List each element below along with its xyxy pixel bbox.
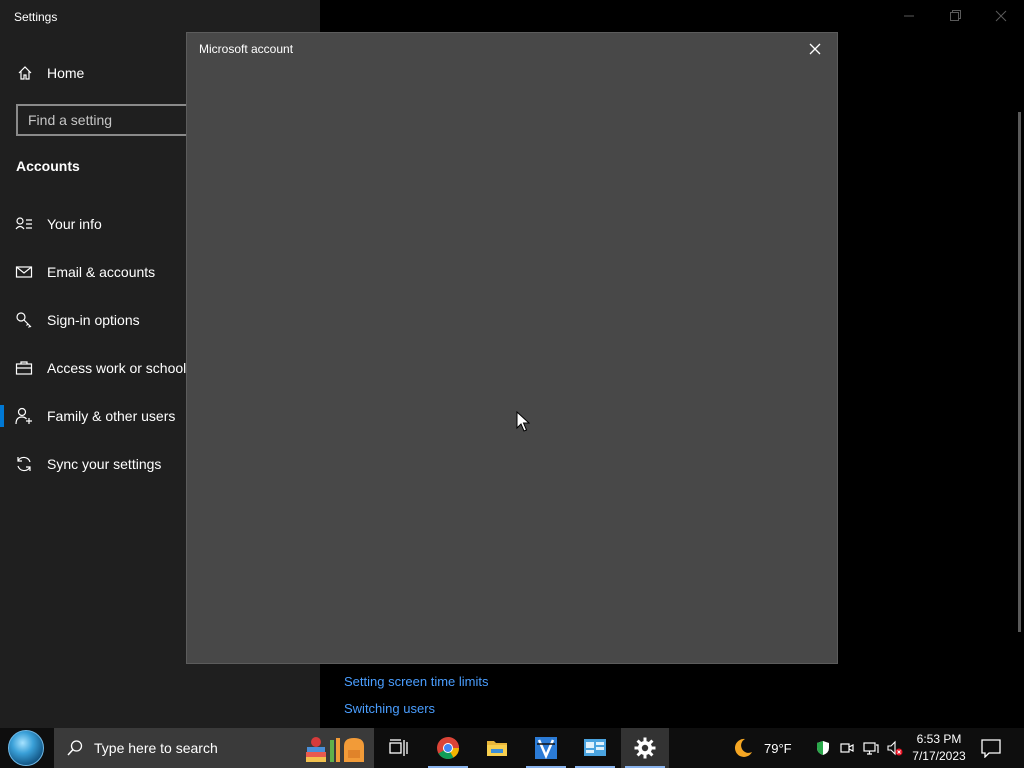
taskbar: Type here to search 79°F 6:53 PM 7/17/20… — [0, 728, 1024, 768]
minimize-icon — [904, 15, 914, 17]
clock-time: 6:53 PM — [916, 732, 962, 746]
taskbar-task-view[interactable] — [374, 728, 422, 768]
link-switching-users[interactable]: Switching users — [344, 701, 489, 728]
folder-icon — [487, 741, 507, 756]
start-orb-icon — [8, 730, 44, 766]
restore-button[interactable] — [932, 0, 978, 32]
start-button[interactable] — [0, 728, 54, 768]
person-add-icon — [15, 407, 32, 425]
taskbar-chrome[interactable] — [424, 728, 472, 768]
link-screen-time-limits[interactable]: Setting screen time limits — [344, 674, 489, 701]
chrome-icon — [437, 737, 459, 759]
security-shield-icon[interactable] — [815, 740, 831, 756]
microsoft-account-dialog: Microsoft account — [186, 32, 838, 664]
taskbar-control-panel[interactable] — [571, 728, 619, 768]
network-icon[interactable] — [863, 740, 879, 756]
window-controls — [886, 0, 1024, 32]
close-icon — [995, 10, 1007, 22]
gear-icon — [634, 737, 656, 759]
related-links: Setting screen time limits Switching use… — [344, 674, 489, 728]
sidebar-item-label: Sync your settings — [47, 456, 162, 472]
close-button[interactable] — [978, 0, 1024, 32]
home-icon — [18, 66, 32, 80]
school-supplies-icon — [306, 737, 364, 762]
sidebar-item-label: Family & other users — [47, 408, 176, 424]
mail-icon — [15, 266, 33, 278]
taskbar-search-placeholder: Type here to search — [94, 740, 218, 756]
clock-date: 7/17/2023 — [912, 749, 966, 763]
task-view-icon — [389, 739, 408, 756]
dialog-title: Microsoft account — [199, 42, 294, 56]
volume-muted-icon[interactable] — [887, 740, 903, 756]
briefcase-icon — [15, 361, 33, 375]
sidebar-item-home-label: Home — [47, 65, 85, 81]
minimize-button[interactable] — [886, 0, 932, 32]
sync-icon — [17, 456, 31, 472]
taskbar-file-explorer[interactable] — [473, 728, 521, 768]
taskbar-search[interactable]: Type here to search — [54, 728, 374, 768]
notification-center-icon[interactable] — [980, 738, 1002, 758]
sidebar-item-label: Access work or school — [47, 360, 187, 376]
sidebar-item-label: Sign-in options — [47, 312, 140, 328]
app-icon — [535, 737, 557, 760]
moon-icon — [734, 738, 752, 757]
mouse-cursor-icon — [516, 411, 530, 432]
dialog-close-button[interactable] — [807, 41, 823, 57]
active-indicator — [0, 405, 4, 427]
key-icon — [16, 312, 32, 328]
taskbar-app-blue[interactable] — [522, 728, 570, 768]
clock[interactable]: 6:53 PM 7/17/2023 — [904, 731, 974, 765]
search-icon — [67, 740, 83, 756]
sidebar-item-label: Email & accounts — [47, 264, 156, 280]
find-setting-search[interactable] — [16, 104, 196, 136]
find-setting-input[interactable] — [18, 106, 194, 134]
taskbar-settings[interactable] — [621, 728, 669, 768]
person-card-icon — [15, 217, 32, 230]
control-panel-icon — [584, 739, 606, 756]
camera-icon[interactable] — [839, 740, 855, 756]
section-title: Accounts — [16, 158, 80, 174]
app-title: Settings — [14, 10, 58, 24]
sidebar-item-label: Your info — [47, 216, 102, 232]
weather-temp: 79°F — [764, 741, 792, 756]
restore-icon — [950, 10, 961, 21]
scrollbar[interactable] — [1018, 112, 1021, 632]
